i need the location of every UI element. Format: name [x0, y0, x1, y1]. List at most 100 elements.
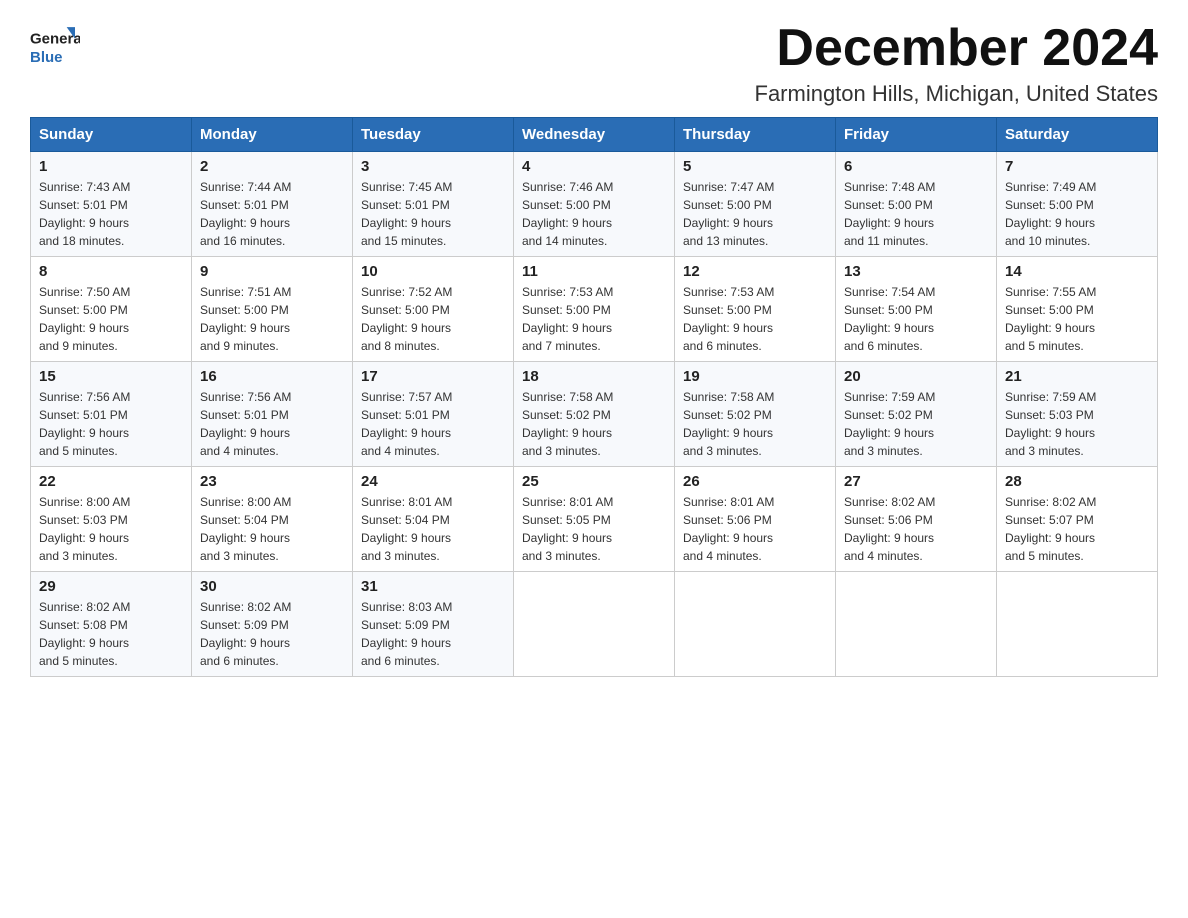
day-info: Sunrise: 7:49 AMSunset: 5:00 PMDaylight:…: [1005, 178, 1149, 250]
day-info: Sunrise: 8:02 AMSunset: 5:08 PMDaylight:…: [39, 598, 183, 670]
calendar-cell: 16 Sunrise: 7:56 AMSunset: 5:01 PMDayligh…: [192, 362, 353, 467]
day-info: Sunrise: 7:47 AMSunset: 5:00 PMDaylight:…: [683, 178, 827, 250]
day-header-thursday: Thursday: [675, 118, 836, 152]
day-number: 20: [844, 368, 988, 385]
day-number: 24: [361, 473, 505, 490]
day-info: Sunrise: 7:59 AMSunset: 5:03 PMDaylight:…: [1005, 388, 1149, 460]
day-header-sunday: Sunday: [31, 118, 192, 152]
day-info: Sunrise: 7:46 AMSunset: 5:00 PMDaylight:…: [522, 178, 666, 250]
day-number: 6: [844, 158, 988, 175]
day-info: Sunrise: 7:51 AMSunset: 5:00 PMDaylight:…: [200, 283, 344, 355]
calendar-cell: 14 Sunrise: 7:55 AMSunset: 5:00 PMDayligh…: [997, 257, 1158, 362]
day-number: 7: [1005, 158, 1149, 175]
week-row-4: 22 Sunrise: 8:00 AMSunset: 5:03 PMDayligh…: [31, 467, 1158, 572]
calendar-cell: 12 Sunrise: 7:53 AMSunset: 5:00 PMDayligh…: [675, 257, 836, 362]
calendar-cell: 4 Sunrise: 7:46 AMSunset: 5:00 PMDaylight…: [514, 152, 675, 257]
location-title: Farmington Hills, Michigan, United State…: [755, 81, 1159, 107]
calendar-cell: 13 Sunrise: 7:54 AMSunset: 5:00 PMDayligh…: [836, 257, 997, 362]
day-number: 21: [1005, 368, 1149, 385]
calendar-cell: 1Sunrise: 7:43 AMSunset: 5:01 PMDaylight…: [31, 152, 192, 257]
calendar-cell: 8Sunrise: 7:50 AMSunset: 5:00 PMDaylight…: [31, 257, 192, 362]
calendar-cell: 24Sunrise: 8:01 AMSunset: 5:04 PMDayligh…: [353, 467, 514, 572]
calendar-cell: 19 Sunrise: 7:58 AMSunset: 5:02 PMDayligh…: [675, 362, 836, 467]
calendar-cell: [675, 572, 836, 677]
day-number: 4: [522, 158, 666, 175]
day-info: Sunrise: 7:55 AMSunset: 5:00 PMDaylight:…: [1005, 283, 1149, 355]
calendar-cell: 21 Sunrise: 7:59 AMSunset: 5:03 PMDayligh…: [997, 362, 1158, 467]
day-number: 9: [200, 263, 344, 280]
week-row-3: 15 Sunrise: 7:56 AMSunset: 5:01 PMDayligh…: [31, 362, 1158, 467]
calendar-cell: 26 Sunrise: 8:01 AMSunset: 5:06 PMDayligh…: [675, 467, 836, 572]
day-number: 13: [844, 263, 988, 280]
day-info: Sunrise: 7:58 AMSunset: 5:02 PMDaylight:…: [522, 388, 666, 460]
day-number: 11: [522, 263, 666, 280]
day-header-monday: Monday: [192, 118, 353, 152]
day-info: Sunrise: 8:00 AMSunset: 5:03 PMDaylight:…: [39, 493, 183, 565]
week-row-2: 8Sunrise: 7:50 AMSunset: 5:00 PMDaylight…: [31, 257, 1158, 362]
calendar-cell: 9 Sunrise: 7:51 AMSunset: 5:00 PMDaylight…: [192, 257, 353, 362]
calendar-cell: 22 Sunrise: 8:00 AMSunset: 5:03 PMDayligh…: [31, 467, 192, 572]
title-block: December 2024 Farmington Hills, Michigan…: [755, 20, 1159, 107]
day-header-saturday: Saturday: [997, 118, 1158, 152]
day-info: Sunrise: 7:56 AMSunset: 5:01 PMDaylight:…: [200, 388, 344, 460]
day-number: 15: [39, 368, 183, 385]
days-header-row: SundayMondayTuesdayWednesdayThursdayFrid…: [31, 118, 1158, 152]
day-number: 3: [361, 158, 505, 175]
logo-icon: General Blue: [30, 20, 80, 70]
day-number: 5: [683, 158, 827, 175]
day-number: 10: [361, 263, 505, 280]
calendar-cell: 2 Sunrise: 7:44 AMSunset: 5:01 PMDaylight…: [192, 152, 353, 257]
day-number: 26: [683, 473, 827, 490]
calendar-cell: 28Sunrise: 8:02 AMSunset: 5:07 PMDayligh…: [997, 467, 1158, 572]
day-header-tuesday: Tuesday: [353, 118, 514, 152]
day-info: Sunrise: 7:56 AMSunset: 5:01 PMDaylight:…: [39, 388, 183, 460]
day-info: Sunrise: 7:57 AMSunset: 5:01 PMDaylight:…: [361, 388, 505, 460]
day-info: Sunrise: 7:53 AMSunset: 5:00 PMDaylight:…: [683, 283, 827, 355]
day-info: Sunrise: 8:02 AMSunset: 5:06 PMDaylight:…: [844, 493, 988, 565]
day-number: 30: [200, 578, 344, 595]
day-info: Sunrise: 7:44 AMSunset: 5:01 PMDaylight:…: [200, 178, 344, 250]
day-number: 2: [200, 158, 344, 175]
calendar-cell: 25Sunrise: 8:01 AMSunset: 5:05 PMDayligh…: [514, 467, 675, 572]
calendar-cell: 7 Sunrise: 7:49 AMSunset: 5:00 PMDaylight…: [997, 152, 1158, 257]
day-info: Sunrise: 7:43 AMSunset: 5:01 PMDaylight:…: [39, 178, 183, 250]
day-number: 16: [200, 368, 344, 385]
calendar-cell: [997, 572, 1158, 677]
day-info: Sunrise: 8:01 AMSunset: 5:06 PMDaylight:…: [683, 493, 827, 565]
calendar-cell: 5 Sunrise: 7:47 AMSunset: 5:00 PMDaylight…: [675, 152, 836, 257]
day-info: Sunrise: 7:59 AMSunset: 5:02 PMDaylight:…: [844, 388, 988, 460]
calendar-cell: 6Sunrise: 7:48 AMSunset: 5:00 PMDaylight…: [836, 152, 997, 257]
day-number: 27: [844, 473, 988, 490]
day-number: 14: [1005, 263, 1149, 280]
calendar-cell: 30 Sunrise: 8:02 AMSunset: 5:09 PMDayligh…: [192, 572, 353, 677]
day-info: Sunrise: 7:58 AMSunset: 5:02 PMDaylight:…: [683, 388, 827, 460]
calendar-cell: 3 Sunrise: 7:45 AMSunset: 5:01 PMDaylight…: [353, 152, 514, 257]
calendar-cell: [514, 572, 675, 677]
day-number: 12: [683, 263, 827, 280]
day-info: Sunrise: 7:50 AMSunset: 5:00 PMDaylight:…: [39, 283, 183, 355]
week-row-1: 1Sunrise: 7:43 AMSunset: 5:01 PMDaylight…: [31, 152, 1158, 257]
day-number: 23: [200, 473, 344, 490]
calendar-cell: 11 Sunrise: 7:53 AMSunset: 5:00 PMDayligh…: [514, 257, 675, 362]
day-info: Sunrise: 7:52 AMSunset: 5:00 PMDaylight:…: [361, 283, 505, 355]
calendar-cell: [836, 572, 997, 677]
day-info: Sunrise: 7:45 AMSunset: 5:01 PMDaylight:…: [361, 178, 505, 250]
day-info: Sunrise: 7:54 AMSunset: 5:00 PMDaylight:…: [844, 283, 988, 355]
day-header-friday: Friday: [836, 118, 997, 152]
calendar-cell: 18Sunrise: 7:58 AMSunset: 5:02 PMDayligh…: [514, 362, 675, 467]
calendar-cell: 10 Sunrise: 7:52 AMSunset: 5:00 PMDayligh…: [353, 257, 514, 362]
day-number: 19: [683, 368, 827, 385]
day-number: 28: [1005, 473, 1149, 490]
week-row-5: 29Sunrise: 8:02 AMSunset: 5:08 PMDayligh…: [31, 572, 1158, 677]
calendar-table: SundayMondayTuesdayWednesdayThursdayFrid…: [30, 117, 1158, 677]
day-info: Sunrise: 7:53 AMSunset: 5:00 PMDaylight:…: [522, 283, 666, 355]
day-number: 25: [522, 473, 666, 490]
day-info: Sunrise: 8:03 AMSunset: 5:09 PMDaylight:…: [361, 598, 505, 670]
calendar-cell: 29Sunrise: 8:02 AMSunset: 5:08 PMDayligh…: [31, 572, 192, 677]
calendar-cell: 17Sunrise: 7:57 AMSunset: 5:01 PMDayligh…: [353, 362, 514, 467]
calendar-cell: 20 Sunrise: 7:59 AMSunset: 5:02 PMDayligh…: [836, 362, 997, 467]
logo: General Blue: [30, 20, 80, 70]
day-info: Sunrise: 8:02 AMSunset: 5:09 PMDaylight:…: [200, 598, 344, 670]
day-header-wednesday: Wednesday: [514, 118, 675, 152]
day-number: 22: [39, 473, 183, 490]
